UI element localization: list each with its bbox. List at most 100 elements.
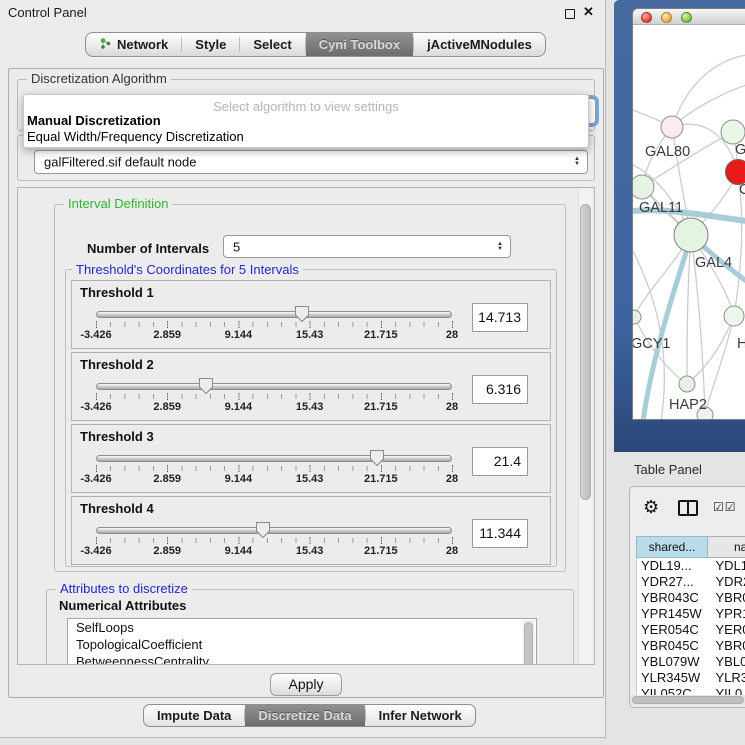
gear-icon[interactable]: ⚙	[643, 497, 659, 517]
threshold-slider-track[interactable]	[96, 527, 452, 534]
scale-label: -3.426	[80, 545, 111, 557]
slider-scale-labels: -3.4262.8599.14415.4321.71528	[96, 329, 452, 342]
threshold-value-field[interactable]: 21.4	[472, 447, 528, 476]
column-header-shared-name[interactable]: shared...	[636, 536, 708, 558]
threshold-slider-track[interactable]	[96, 383, 452, 390]
scale-label: 15.43	[296, 401, 324, 413]
close-icon[interactable]: ✕	[583, 4, 594, 20]
combo-arrows-icon: ▲▼	[574, 157, 580, 167]
threshold-label: Threshold 3	[80, 429, 154, 444]
node-h[interactable]	[724, 306, 744, 326]
number-of-intervals-select[interactable]: 5 ▲▼	[223, 235, 511, 258]
cell-shared-name: YBL079W	[637, 654, 709, 670]
scale-label: 2.859	[153, 473, 181, 485]
algorithm-option-manual-discretization[interactable]: Manual Discretization	[24, 113, 588, 129]
table-row[interactable]: YER054CYER0	[637, 622, 745, 638]
algorithm-option-equal-width-frequency-discretization[interactable]: Equal Width/Frequency Discretization	[24, 129, 588, 145]
number-of-intervals-value: 5	[233, 239, 240, 254]
scale-label: 15.43	[296, 329, 324, 341]
node-gcy1[interactable]	[633, 310, 641, 324]
slider-scale-labels: -3.4262.8599.14415.4321.71528	[96, 545, 452, 558]
mac-close-icon[interactable]	[641, 12, 652, 23]
apply-button[interactable]: Apply	[270, 673, 342, 696]
tab-network[interactable]: Network	[86, 33, 181, 56]
attribute-item-topologicalcoefficient[interactable]: TopologicalCoefficient	[68, 636, 536, 653]
settings-scrollbar[interactable]	[578, 188, 592, 664]
threshold-value-field[interactable]: 6.316	[472, 375, 528, 404]
scale-label: 9.144	[225, 329, 253, 341]
table-rows: YDL19...YDL1YDR27...YDR2YBR043CYBR0YPR14…	[636, 558, 745, 695]
node-label: GAL4	[695, 255, 732, 271]
tab-infer-network[interactable]: Infer Network	[366, 705, 475, 726]
tab-style[interactable]: Style	[182, 33, 239, 56]
mac-minimize-icon[interactable]	[661, 12, 672, 23]
network-window-titlebar	[633, 9, 745, 25]
attributes-scrollbar[interactable]	[523, 620, 535, 665]
node-g[interactable]	[721, 120, 745, 144]
network-window-frame: GAL80 G C GAL11 GAL4 GCY1 H HAP2	[614, 0, 745, 452]
interval-definition-group: Interval Definition Number of Intervals …	[54, 204, 566, 572]
scrollbar-thumb[interactable]	[524, 622, 533, 665]
network-view-window: GAL80 G C GAL11 GAL4 GCY1 H HAP2	[632, 8, 745, 420]
table-row[interactable]: YDR27...YDR2	[637, 574, 745, 590]
tab-impute-data[interactable]: Impute Data	[144, 705, 244, 726]
table-row[interactable]: YBL079WYBL0	[637, 654, 745, 670]
threshold-slider-track[interactable]	[96, 455, 452, 462]
float-window-icon[interactable]	[565, 9, 575, 19]
node-hap2[interactable]	[679, 376, 695, 392]
cell-shared-name: YDL19...	[637, 558, 709, 574]
tab-select[interactable]: Select	[240, 33, 304, 56]
table-row[interactable]: YBR043CYBR0	[637, 590, 745, 606]
slider-minor-ticks	[96, 394, 453, 399]
slider-scale-labels: -3.4262.8599.14415.4321.71528	[96, 401, 452, 414]
table-panel-toolbar: ⚙ ☑☑	[630, 487, 745, 531]
table-row[interactable]: YBR045CYBR0	[637, 638, 745, 654]
node-label: GAL80	[645, 144, 690, 160]
attribute-item-selfloops[interactable]: SelfLoops	[68, 619, 536, 636]
threshold-slider-track[interactable]	[96, 311, 452, 318]
scale-label: -3.426	[80, 329, 111, 341]
attribute-item-betweennesscentrality[interactable]: BetweennessCentrality	[68, 653, 536, 665]
tab-cyni-toolbox[interactable]: Cyni Toolbox	[306, 33, 413, 56]
table-row[interactable]: YIL052CYIL0	[637, 686, 745, 695]
scrollbar-thumb[interactable]	[580, 204, 591, 500]
cell-shared-name: YLR345W	[637, 670, 709, 686]
cell-shared-name: YBR043C	[637, 590, 709, 606]
table-row[interactable]: YDL19...YDL1	[637, 558, 745, 574]
scale-label: 15.43	[296, 545, 324, 557]
tab-jactivemnodules[interactable]: jActiveMNodules	[414, 33, 545, 56]
threshold-3-block: Threshold 3 -3.4262.8599.14415.4321.7152…	[71, 424, 551, 493]
table-horizontal-scrollbar[interactable]	[630, 695, 745, 705]
scale-label: 2.859	[153, 401, 181, 413]
discretization-algorithm-group: Discretization Algorithm ▲▼ Select algor…	[17, 79, 595, 131]
node-gal11[interactable]	[633, 175, 654, 199]
cell-name: YBR0	[709, 638, 745, 654]
node-label: C	[739, 182, 745, 198]
mac-zoom-icon[interactable]	[681, 12, 692, 23]
column-checkboxes-icon[interactable]: ☑☑	[713, 500, 737, 514]
numerical-attributes-list[interactable]: SelfLoopsTopologicalCoefficientBetweenne…	[67, 618, 537, 665]
table-data-select[interactable]: galFiltered.sif default node ▲▼	[34, 150, 588, 174]
scale-label: 28	[446, 473, 458, 485]
control-panel-tabbar: NetworkStyleSelectCyni ToolboxjActiveMNo…	[85, 32, 546, 57]
node-gal4[interactable]	[674, 218, 708, 252]
node-label: H	[737, 336, 745, 352]
threshold-value-field[interactable]: 11.344	[472, 519, 528, 548]
table-row[interactable]: YPR145WYPR1	[637, 606, 745, 622]
node-highlighted-red[interactable]	[726, 160, 745, 185]
scale-label: 2.859	[153, 329, 181, 341]
threshold-label: Threshold 4	[80, 501, 154, 516]
column-header-name[interactable]: na	[708, 536, 745, 558]
threshold-value-field[interactable]: 14.713	[472, 303, 528, 332]
table-row[interactable]: YLR345WYLR3	[637, 670, 745, 686]
scrollbar-thumb[interactable]	[632, 696, 744, 704]
group-title: Attributes to discretize	[56, 582, 192, 596]
split-pane-icon[interactable]	[678, 500, 698, 516]
thresholds-group: Threshold's Coordinates for 5 Intervals …	[65, 269, 557, 567]
node-gal80[interactable]	[661, 116, 683, 138]
network-canvas[interactable]: GAL80 G C GAL11 GAL4 GCY1 H HAP2	[633, 25, 745, 420]
tab-discretize-data[interactable]: Discretize Data	[245, 705, 364, 726]
threshold-label: Threshold 2	[80, 357, 154, 372]
table-data-selected-value: galFiltered.sif default node	[44, 155, 196, 170]
cell-name: YDR2	[709, 574, 745, 590]
